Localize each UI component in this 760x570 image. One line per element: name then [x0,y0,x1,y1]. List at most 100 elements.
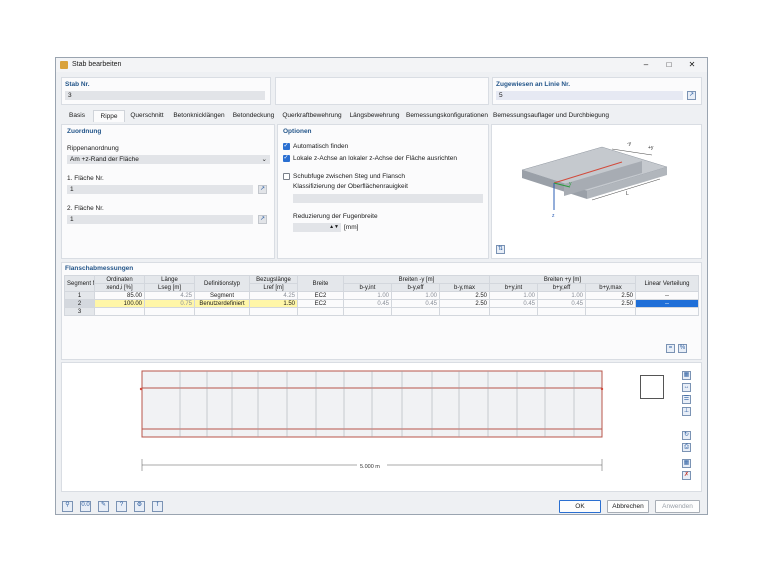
col-laenge-sub: Lseg [m] [144,283,195,292]
cell-bpeff: 1.00 [537,291,586,300]
cell-bpeff: 0.45 [537,299,586,308]
cell-beff [391,307,440,316]
view-grid-icon[interactable] [640,375,664,399]
reduz-field[interactable]: ▲▼ [293,223,341,232]
cell-seg: 3 [64,307,95,316]
percent-icon[interactable]: % [678,344,687,353]
tab-betondeckung[interactable]: Betondeckung [231,110,276,121]
cell-def[interactable]: Benutzerdefiniert [194,299,250,308]
reduz-label: Reduzierung der Fugenbreite [293,213,378,220]
flansch-panel: Flanschabmessungen Segment Nummer Ordina… [61,262,702,360]
cell-bpmax[interactable]: 2.50 [585,291,636,300]
ok-button[interactable]: OK [559,500,601,513]
pick-line-icon[interactable]: ↗ [687,91,696,100]
cell-bpint: 1.00 [489,291,538,300]
close-icon[interactable]: ✕ [682,59,702,71]
cell-len [144,307,195,316]
tab-betonknicklaengen[interactable]: Betonknicklängen [171,110,227,121]
stab-field[interactable]: 3 [65,91,265,100]
cell-breite[interactable]: EC2 [297,291,344,300]
auto-checkbox[interactable] [283,142,290,150]
cell-bmax[interactable] [439,307,490,316]
cell-bpmax[interactable] [585,307,636,316]
pick-surface1-icon[interactable]: ↗ [258,185,267,194]
table-icon[interactable]: ▦ [682,459,691,468]
col-seg: Segment Nummer [64,275,95,292]
cell-breite[interactable] [297,307,344,316]
abbrechen-button[interactable]: Abbrechen [607,500,649,513]
display-icon[interactable]: ▦ [682,371,691,380]
window-title: Stab bearbeiten [72,61,122,68]
cell-ref[interactable] [249,307,298,316]
view-options-icon[interactable]: ⇅ [496,245,505,254]
model-icon[interactable]: ⚙ [134,501,145,512]
search-icon[interactable]: ⚲ [62,501,73,512]
minimize-icon[interactable]: – [636,59,656,71]
tab-rippe[interactable]: Rippe [93,110,125,122]
cell-bpint [489,307,538,316]
table-row[interactable]: 2 100.00 0.75 Benutzerdefiniert 1.50 EC2… [64,299,699,308]
col-bmax: b-y,max [439,283,490,292]
rotate-icon[interactable]: ↻ [682,431,691,440]
pick-surface2-icon[interactable]: ↗ [258,215,267,224]
cell-ref[interactable]: 1.50 [249,299,298,308]
rippen-label: Rippenanordnung [67,145,119,152]
function-icon[interactable]: f [152,501,163,512]
cell-bmax[interactable]: 2.50 [439,299,490,308]
cell-bpmax[interactable]: 2.50 [585,299,636,308]
zuordnung-header: Zuordnung [67,128,102,135]
axis-z-label: z [552,213,555,219]
flaeche2-field[interactable]: 1 [67,215,253,224]
tab-laengsbewehrung[interactable]: Längsbewehrung [347,110,402,121]
anwenden-button[interactable]: Anwenden [655,500,700,513]
cell-ord[interactable]: 100.00 [94,299,145,308]
dimension-icon[interactable]: ↔ [682,383,691,392]
col-def: Definitionstyp [194,275,250,292]
cell-lin[interactable]: -- [635,291,699,300]
table-row[interactable]: 3 [64,307,699,316]
axis-L-label: L [626,191,629,197]
flaeche1-field[interactable]: 1 [67,185,253,194]
col-laenge: Länge [144,275,195,284]
tab-querschnitt[interactable]: Querschnitt [127,110,167,121]
cell-lin[interactable] [635,307,699,316]
col-bminus: Breiten -y [m] [343,275,490,284]
cell-bmax[interactable]: 2.50 [439,291,490,300]
flansch-header: Flanschabmessungen [65,265,134,272]
tab-querkraftbewehrung[interactable]: Querkraftbewehrung [280,110,344,121]
spinner-icon[interactable]: ▲▼ [329,223,339,232]
delete-icon[interactable]: ✗ [682,471,691,480]
rippen-select[interactable]: Am +z-Rand der Fläche ⌄ [67,155,270,164]
cell-def[interactable] [194,307,250,316]
layers-icon[interactable]: ☰ [682,395,691,404]
axis-plusy-label: +y [648,145,654,151]
title-bar: Stab bearbeiten – □ ✕ [56,58,707,72]
cell-bint [343,307,392,316]
dialog-window: Stab bearbeiten – □ ✕ Stab Nr. 3 Zugewie… [55,57,708,515]
app-icon [60,61,68,69]
schubfuge-checkbox[interactable] [283,173,290,180]
units-icon[interactable]: ✎ [98,501,109,512]
cell-def[interactable]: Segment [194,291,250,300]
print-icon[interactable]: ⎙ [682,443,691,452]
tab-bemessungskonfigurationen[interactable]: Bemessungskonfigurationen [404,110,490,121]
table-row[interactable]: 1 85.00 4.25 Segment 4.25 EC2 1.00 1.00 … [64,291,699,300]
axis-icon[interactable]: ⊥ [682,407,691,416]
maximize-icon[interactable]: □ [659,59,679,71]
section-3d-diagram: y +y -y z L [521,141,668,219]
align-checkbox[interactable] [283,154,290,162]
help-icon[interactable]: ? [116,501,127,512]
tab-basis[interactable]: Basis [65,110,89,121]
klass-field[interactable] [293,194,483,203]
zugewiesen-field[interactable]: 5 [496,91,683,100]
tab-bemessungsauflager[interactable]: Bemessungsauflager und Durchbiegung [492,110,610,121]
cell-ord[interactable]: 85.00 [94,291,145,300]
value-icon[interactable]: 0.0 [80,501,91,512]
flansch-table: Segment Nummer Ordinaten Länge Definitio… [64,275,699,316]
col-ord-sub: xend,i [%] [94,283,145,292]
cell-breite[interactable]: EC2 [297,299,344,308]
cell-lin[interactable]: -- [635,299,699,308]
equal-icon[interactable]: = [666,344,675,353]
cell-ord[interactable] [94,307,145,316]
flaeche2-label: 2. Fläche Nr. [67,205,104,212]
